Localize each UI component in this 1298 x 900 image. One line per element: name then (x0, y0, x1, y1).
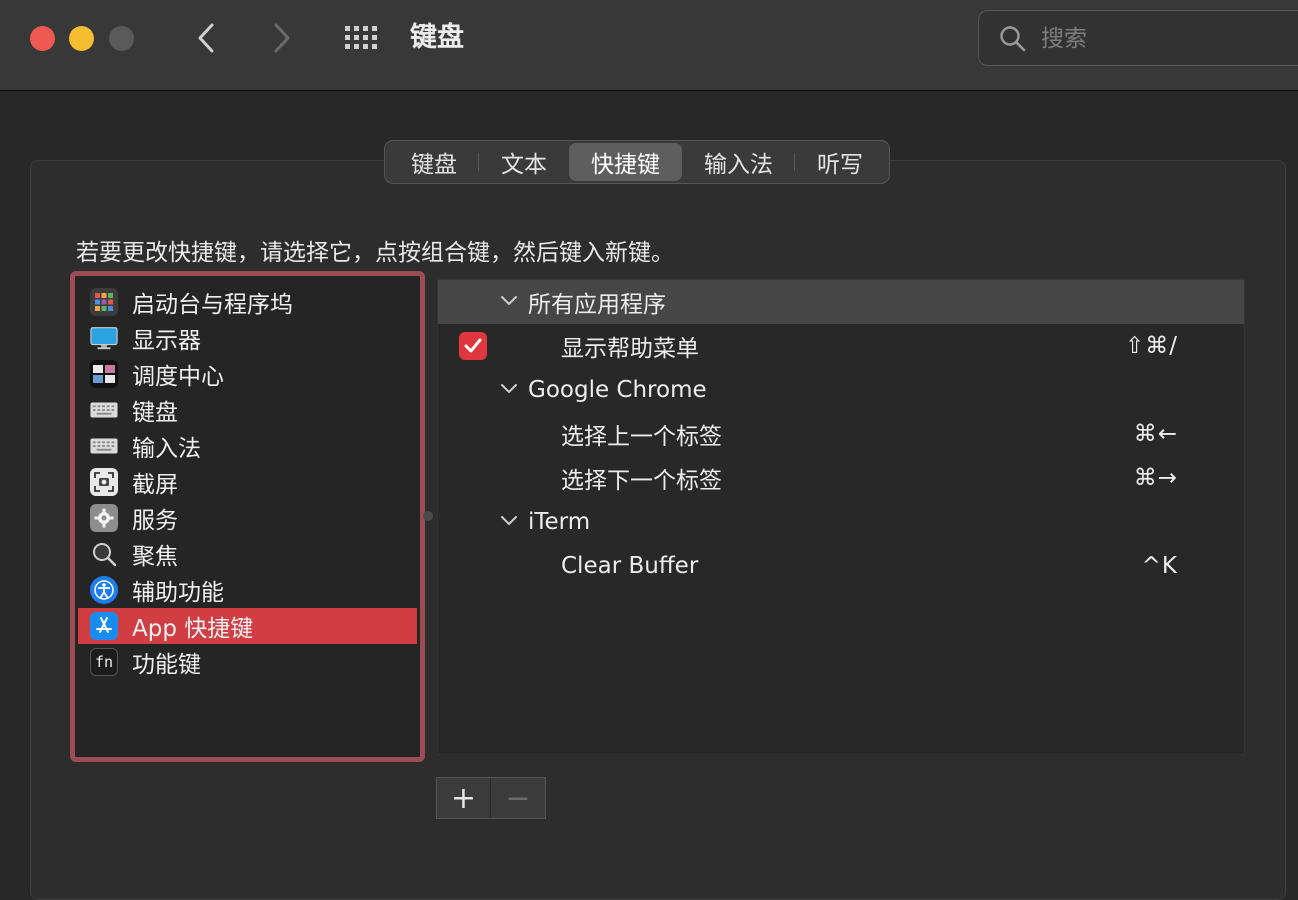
category-label: 功能键 (132, 652, 201, 678)
category-item-app-shortcuts[interactable]: App 快捷键 (78, 608, 417, 644)
tab-text[interactable]: 文本 (479, 143, 569, 181)
remove-shortcut-button[interactable]: − (491, 778, 545, 818)
category-label: 截屏 (132, 472, 178, 498)
group-row-all-apps[interactable]: 所有应用程序 (438, 280, 1244, 324)
shortcut-name: Clear Buffer (561, 553, 699, 579)
mission-control-icon (90, 360, 118, 388)
shortcut-row[interactable]: Clear Buffer ^K (438, 544, 1244, 588)
title-bar: 键盘 (0, 0, 1298, 91)
app-store-icon (90, 612, 118, 640)
tab-input-sources[interactable]: 输入法 (682, 143, 795, 181)
tab-shortcuts[interactable]: 快捷键 (569, 143, 682, 181)
grid-icon (345, 26, 377, 49)
shortcut-category-list[interactable]: 启动台与程序坞 显示器 调度中心 键盘 输入法 截屏 服务 聚焦 辅助功能 Ap… (70, 271, 425, 762)
minimize-window-button[interactable] (69, 26, 94, 51)
window-title: 键盘 (410, 22, 464, 53)
chevron-right-icon (274, 23, 290, 53)
category-item-function-keys[interactable]: fn 功能键 (78, 644, 417, 680)
category-item-launchpad-dock[interactable]: 启动台与程序坞 (78, 284, 417, 320)
keyboard-icon (90, 396, 118, 424)
category-item-input-sources[interactable]: 输入法 (78, 428, 417, 464)
spotlight-icon (90, 540, 118, 568)
chevron-down-icon[interactable] (500, 294, 518, 308)
search-icon (1000, 26, 1026, 52)
shortcut-row[interactable]: 显示帮助菜单 ⇧⌘/ (438, 324, 1244, 368)
category-label: 服务 (132, 508, 178, 534)
checkmark-icon (464, 338, 482, 353)
tab-bar: 键盘 文本 快捷键 输入法 听写 (384, 140, 890, 184)
tab-keyboard[interactable]: 键盘 (389, 143, 479, 181)
search-input[interactable] (1041, 21, 1281, 57)
category-label: 调度中心 (132, 364, 224, 390)
category-label: 显示器 (132, 328, 201, 354)
add-shortcut-button[interactable]: + (437, 778, 491, 818)
category-item-display[interactable]: 显示器 (78, 320, 417, 356)
category-item-spotlight[interactable]: 聚焦 (78, 536, 417, 572)
show-all-button[interactable] (340, 20, 384, 56)
chevron-down-icon[interactable] (500, 382, 518, 396)
category-label: App 快捷键 (132, 616, 254, 642)
shortcut-keys[interactable]: ⌘← (1134, 421, 1178, 447)
close-window-button[interactable] (30, 26, 55, 51)
launchpad-icon (90, 288, 118, 316)
category-label: 键盘 (132, 400, 178, 426)
shortcuts-table: 所有应用程序 显示帮助菜单 ⇧⌘/ Google Chrome 选择上一个标签 … (437, 279, 1245, 755)
shortcut-row[interactable]: 选择上一个标签 ⌘← (438, 412, 1244, 456)
instruction-text: 若要更改快捷键，请选择它，点按组合键，然后键入新键。 (76, 240, 674, 266)
enabled-checkbox[interactable] (459, 332, 487, 360)
split-view-handle[interactable] (423, 511, 433, 521)
shortcut-row[interactable]: 选择下一个标签 ⌘→ (438, 456, 1244, 500)
add-remove-control: + − (436, 777, 546, 819)
group-label: iTerm (528, 509, 591, 535)
display-icon (90, 324, 118, 352)
category-label: 聚焦 (132, 544, 178, 570)
tab-dictation[interactable]: 听写 (795, 143, 885, 181)
zoom-window-button[interactable] (109, 26, 134, 51)
accessibility-icon (90, 576, 118, 604)
category-label: 输入法 (132, 436, 201, 462)
shortcut-keys[interactable]: ⌘→ (1134, 465, 1178, 491)
shortcut-keys[interactable]: ^K (1142, 553, 1178, 579)
category-item-screenshots[interactable]: 截屏 (78, 464, 417, 500)
search-box[interactable] (978, 10, 1298, 66)
fn-key-icon: fn (90, 648, 118, 676)
chevron-left-icon (198, 23, 214, 53)
category-label: 启动台与程序坞 (132, 292, 293, 318)
input-method-icon (90, 432, 118, 460)
category-item-services[interactable]: 服务 (78, 500, 417, 536)
group-label: Google Chrome (528, 377, 707, 403)
group-row-google-chrome[interactable]: Google Chrome (438, 368, 1244, 412)
category-label: 辅助功能 (132, 580, 224, 606)
group-label: 所有应用程序 (528, 292, 666, 318)
chevron-down-icon[interactable] (500, 514, 518, 528)
category-item-mission-control[interactable]: 调度中心 (78, 356, 417, 392)
category-item-keyboard[interactable]: 键盘 (78, 392, 417, 428)
category-item-accessibility[interactable]: 辅助功能 (78, 572, 417, 608)
forward-button[interactable] (262, 18, 302, 58)
group-row-iterm[interactable]: iTerm (438, 500, 1244, 544)
shortcut-keys[interactable]: ⇧⌘/ (1125, 333, 1178, 359)
shortcut-name: 选择上一个标签 (561, 424, 722, 450)
services-gear-icon (90, 504, 118, 532)
back-button[interactable] (186, 18, 226, 58)
shortcut-name: 显示帮助菜单 (561, 336, 699, 362)
screenshot-icon (90, 468, 118, 496)
shortcut-name: 选择下一个标签 (561, 468, 722, 494)
